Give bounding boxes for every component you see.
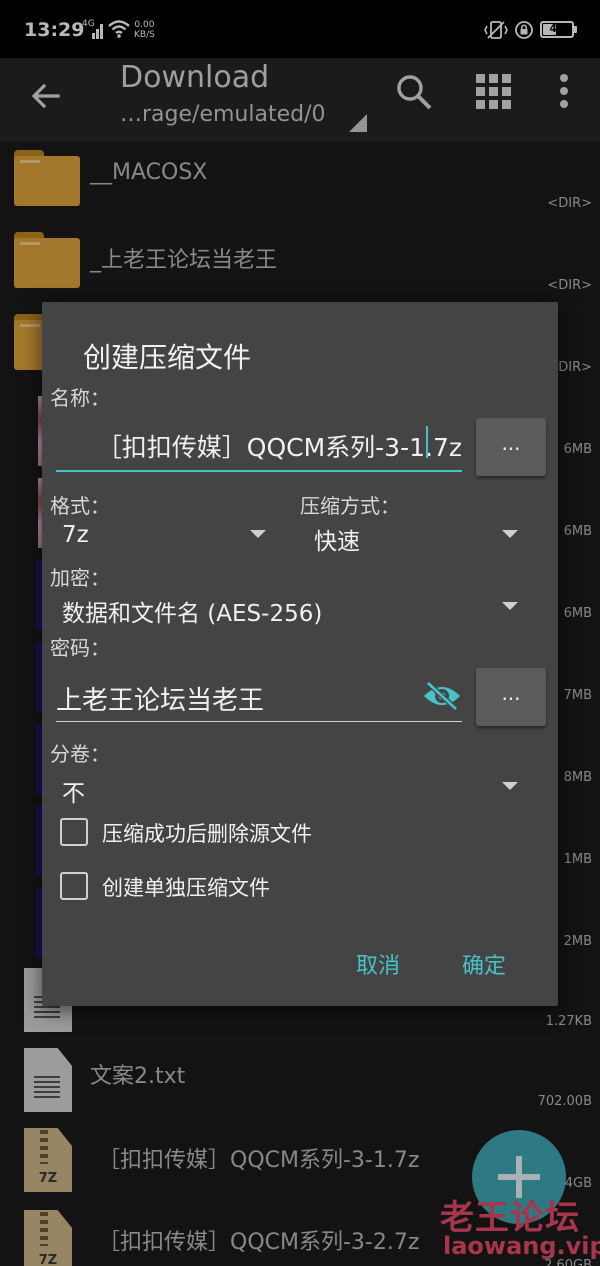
password-value: 上老王论坛当老王 [56,686,265,716]
name-label: 名称： [50,386,110,410]
separate-archives-checkbox[interactable] [60,872,88,900]
dialog-title: 创建压缩文件 [83,341,252,374]
method-value: 快速 [314,529,360,555]
encryption-select[interactable]: 数据和文件名 (AES-256) [62,594,520,627]
chevron-down-icon [502,530,518,538]
create-archive-dialog: 创建压缩文件 名称： ［扣扣传媒］QQCM系列-3-1.7z ... 格式： 7… [42,302,558,1006]
delete-source-label: 压缩成功后删除源文件 [102,822,312,846]
archive-name-input[interactable]: ［扣扣传媒］QQCM系列-3-1.7z [56,420,462,472]
encryption-label: 加密： [50,566,110,590]
browse-path-button[interactable]: ... [476,418,546,476]
separate-archives-label: 创建单独压缩文件 [102,876,270,900]
format-label: 格式： [50,494,110,518]
delete-source-checkbox[interactable] [60,818,88,846]
password-input[interactable]: 上老王论坛当老王 [56,670,462,722]
split-label: 分卷： [50,742,110,766]
compression-method-select[interactable]: 快速 [314,522,520,555]
format-select[interactable]: 7z [62,522,268,554]
text-cursor [426,426,428,458]
ok-button[interactable]: 确定 [462,948,506,980]
visibility-toggle-icon[interactable] [422,680,462,712]
chevron-down-icon [502,602,518,610]
format-value: 7z [62,522,89,548]
encryption-value: 数据和文件名 (AES-256) [62,601,323,627]
method-label: 压缩方式： [300,494,400,518]
split-value: 不 [62,781,85,807]
password-options-button[interactable]: ... [476,668,546,726]
chevron-down-icon [250,530,266,538]
chevron-down-icon [502,782,518,790]
cancel-button[interactable]: 取消 [356,948,400,980]
password-label: 密码： [50,636,110,660]
archive-name-value: ［扣扣传媒］QQCM系列-3-1.7z [96,433,462,462]
split-volume-select[interactable]: 不 [62,774,520,807]
